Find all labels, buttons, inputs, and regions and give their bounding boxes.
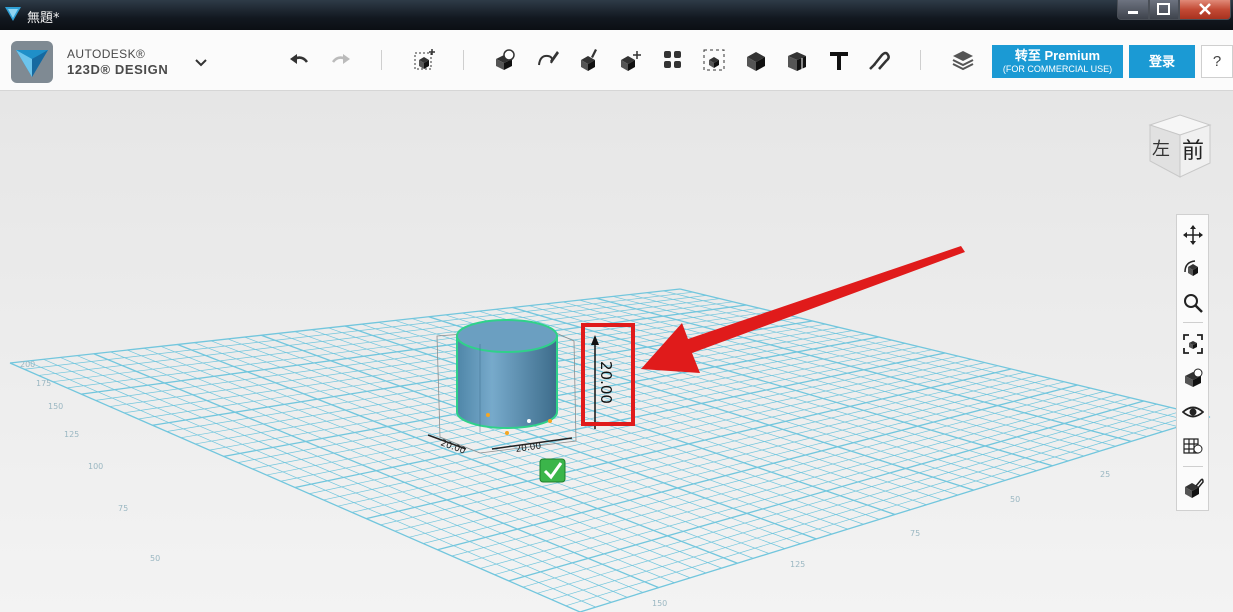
viewport-canvas[interactable]: 200 175 150 125 100 75 50 25 50 75 125 1…	[0, 91, 1233, 612]
snap-view-icon[interactable]	[1182, 477, 1204, 499]
123d-logo-icon[interactable]	[11, 41, 53, 83]
navigation-panel	[1176, 214, 1209, 511]
window-title: 無題*	[27, 11, 60, 26]
transform-icon[interactable]	[411, 47, 437, 73]
login-button[interactable]: 登录	[1129, 45, 1195, 78]
height-value: 20.00	[597, 361, 615, 404]
panel-separator	[1183, 466, 1203, 467]
grid-label: 75	[118, 504, 128, 513]
view-cube-front[interactable]: 前	[1182, 139, 1204, 164]
sketch-icon[interactable]	[534, 47, 560, 73]
orbit-icon[interactable]	[1182, 258, 1204, 280]
maximize-icon	[1157, 3, 1170, 15]
premium-button[interactable]: 转至 Premium (FOR COMMERCIAL USE)	[992, 45, 1123, 78]
fit-icon[interactable]	[1182, 333, 1204, 355]
modify-icon[interactable]	[617, 47, 643, 73]
grid-label: 125	[64, 430, 79, 439]
pan-icon[interactable]	[1182, 224, 1204, 246]
grid-toggle-icon[interactable]	[1182, 435, 1204, 457]
construct-icon[interactable]	[576, 47, 602, 73]
view-icon[interactable]	[1182, 367, 1204, 389]
premium-subtitle: (FOR COMMERCIAL USE)	[1002, 64, 1113, 74]
maximize-button[interactable]	[1149, 0, 1179, 20]
help-button[interactable]: ?	[1201, 45, 1233, 78]
grid-label: 50	[150, 554, 160, 563]
grid-label: 50	[1010, 495, 1020, 504]
view-cube-left[interactable]: 左	[1152, 139, 1170, 160]
grid-label: 25	[1100, 470, 1110, 479]
text-icon[interactable]	[826, 47, 852, 73]
confirm-button[interactable]	[539, 458, 566, 483]
grid-label: 175	[36, 379, 51, 388]
close-button[interactable]	[1179, 0, 1231, 20]
snap-icon[interactable]	[866, 47, 892, 73]
combine-icon[interactable]	[743, 47, 769, 73]
chevron-down-icon[interactable]	[194, 58, 208, 68]
brand-line-1: AUTODESK®	[67, 47, 146, 61]
grid-label: 75	[910, 529, 920, 538]
panel-separator	[1183, 322, 1203, 323]
window-titlebar: 無題*	[0, 0, 1233, 30]
material-icon[interactable]	[950, 47, 976, 73]
toolbar-separator	[920, 50, 921, 70]
redo-icon[interactable]	[327, 47, 353, 73]
primitives-icon[interactable]	[492, 47, 518, 73]
minimize-button[interactable]	[1117, 0, 1149, 20]
zoom-icon[interactable]	[1182, 292, 1204, 314]
grid-label: 150	[48, 402, 63, 411]
grid-label: 125	[790, 560, 805, 569]
toolbar-separator	[381, 50, 382, 70]
minimize-icon	[1128, 11, 1138, 14]
undo-icon[interactable]	[287, 47, 313, 73]
close-icon	[1199, 3, 1211, 15]
app-logo-icon	[5, 7, 21, 21]
grid-label: 150	[652, 599, 667, 608]
grid-label: 200	[20, 360, 35, 369]
main-toolbar: AUTODESK® 123D® DESIGN 转至 Premium (FOR C…	[0, 30, 1233, 91]
premium-title: 转至 Premium	[1014, 48, 1101, 63]
pattern-icon[interactable]	[660, 47, 686, 73]
brand-line-2: 123D® DESIGN	[67, 62, 169, 77]
view-cube[interactable]: 左 前	[1144, 113, 1214, 181]
grid-label: 100	[88, 462, 103, 471]
grouping-icon[interactable]	[701, 47, 727, 73]
eye-icon[interactable]	[1182, 401, 1204, 423]
measure-icon[interactable]	[784, 47, 810, 73]
toolbar-separator	[463, 50, 464, 70]
